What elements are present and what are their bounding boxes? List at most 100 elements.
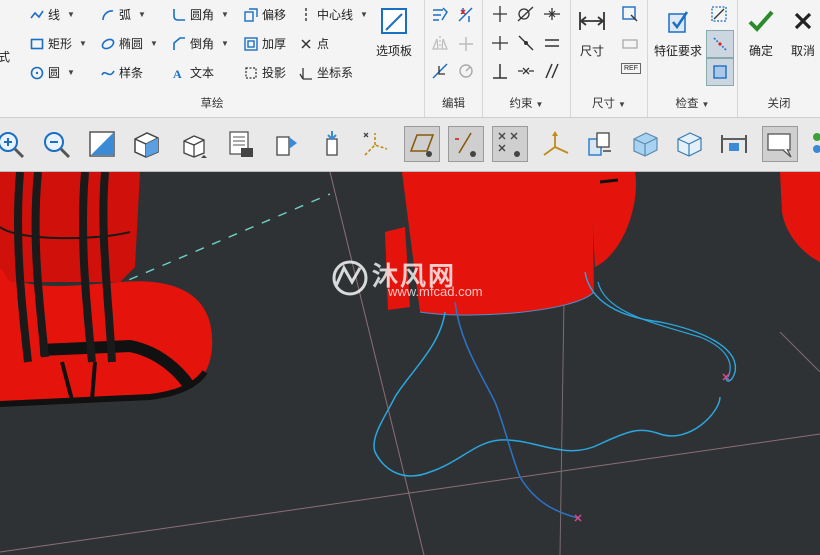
section-button[interactable] bbox=[716, 126, 752, 162]
midpoint-constraint-icon[interactable] bbox=[543, 5, 561, 23]
close-icon bbox=[788, 6, 818, 36]
ok-button[interactable]: 确定 bbox=[746, 6, 776, 59]
csys-display-button[interactable] bbox=[538, 126, 574, 162]
view-orientation-icon bbox=[183, 135, 207, 158]
cancel-button[interactable]: 取消 bbox=[788, 6, 818, 59]
fillet-button[interactable]: 圆角 ▼ bbox=[172, 6, 229, 23]
rectangle-button[interactable]: 矩形 ▼ bbox=[30, 35, 87, 52]
coordinate-system-button[interactable]: 坐标系 bbox=[299, 64, 353, 81]
zoom-in-icon bbox=[0, 132, 25, 159]
project-label: 投影 bbox=[262, 66, 287, 80]
highlight-open-ends-toggle[interactable] bbox=[706, 30, 734, 58]
inspect-group: 特征要求 检查 ▼ bbox=[648, 0, 738, 117]
modify-icon[interactable] bbox=[431, 6, 449, 24]
text-icon: A bbox=[172, 66, 186, 80]
close-group: 确定 取消 关闭 bbox=[738, 0, 820, 117]
chamfer-icon bbox=[172, 36, 186, 51]
ok-label: 确定 bbox=[748, 44, 773, 58]
offset-button[interactable]: 偏移 bbox=[244, 6, 286, 23]
delete-segment-icon[interactable] bbox=[457, 6, 475, 24]
dimension-button[interactable]: 尺寸 bbox=[577, 6, 607, 59]
divide-icon bbox=[459, 37, 473, 51]
thicken-button[interactable]: 加厚 bbox=[244, 35, 286, 52]
parallel-constraint-icon[interactable] bbox=[543, 62, 561, 80]
symmetric-constraint-icon[interactable] bbox=[517, 62, 535, 80]
dropdown-arrow-icon[interactable]: ▼ bbox=[67, 68, 75, 77]
display-dimensions-toggle[interactable] bbox=[448, 126, 484, 162]
dropdown-arrow-icon[interactable]: ▼ bbox=[150, 39, 158, 48]
shade-closed-loops-toggle[interactable] bbox=[706, 58, 734, 86]
baseline-icon[interactable] bbox=[621, 35, 639, 53]
overlapping-geometry-icon[interactable] bbox=[710, 5, 728, 23]
appearance-icon bbox=[813, 133, 820, 153]
horizontal-constraint-icon[interactable] bbox=[491, 34, 509, 52]
centerline-label: 中心线 bbox=[317, 8, 354, 22]
feature-requirements-icon bbox=[663, 6, 693, 36]
chamfer-button[interactable]: 倒角 ▼ bbox=[172, 35, 229, 52]
dropdown-arrow-icon[interactable]: ▼ bbox=[221, 10, 229, 19]
zoom-out-button[interactable] bbox=[38, 126, 74, 162]
project-button[interactable]: 投影 bbox=[244, 64, 286, 81]
named-views-button[interactable] bbox=[314, 126, 350, 162]
circle-label: 圆 bbox=[48, 66, 61, 80]
dropdown-arrow-icon[interactable]: ▼ bbox=[67, 10, 75, 19]
sketch-group: 式 线 ▼ 弧 ▼ 圆角 ▼ 偏移 中心线 ▼ 矩形 ▼ 椭圆 ▼ 倒角 ▼ 加… bbox=[0, 0, 425, 117]
text-button[interactable]: A 文本 bbox=[172, 64, 214, 81]
spline-button[interactable]: 样条 bbox=[101, 64, 143, 81]
dropdown-arrow-icon[interactable]: ▼ bbox=[360, 10, 368, 19]
zoom-in-button[interactable] bbox=[0, 126, 28, 162]
graphics-viewport[interactable]: 沐风网 www.mfcad.com bbox=[0, 172, 820, 555]
dropdown-arrow-icon[interactable]: ▼ bbox=[138, 10, 146, 19]
shading-button[interactable] bbox=[627, 126, 663, 162]
feature-requirements-button[interactable]: 特征要求 bbox=[654, 6, 702, 59]
line-label: 线 bbox=[48, 8, 61, 22]
corner-icon[interactable] bbox=[431, 62, 449, 80]
modify-dimension-icon[interactable] bbox=[621, 5, 639, 23]
saved-views-icon bbox=[229, 131, 253, 157]
refit-button[interactable] bbox=[84, 126, 120, 162]
palette-button[interactable]: 选项板 bbox=[376, 6, 412, 59]
reference-button[interactable]: REF bbox=[621, 63, 641, 74]
display-constraints-toggle[interactable] bbox=[492, 126, 528, 162]
ellipse-label: 椭圆 bbox=[119, 37, 144, 51]
dimension-label: 尺寸 bbox=[579, 44, 604, 58]
partial-command[interactable]: 式 bbox=[0, 48, 10, 65]
palette-icon bbox=[379, 6, 409, 36]
hidden-line-icon bbox=[677, 132, 702, 157]
saved-views-button[interactable] bbox=[222, 126, 258, 162]
coordinate-axes-icon bbox=[543, 131, 569, 156]
thicken-icon bbox=[244, 36, 258, 51]
tangent-constraint-icon[interactable] bbox=[517, 5, 535, 23]
dropdown-arrow-icon[interactable]: ▼ bbox=[221, 39, 229, 48]
point-button[interactable]: 点 bbox=[299, 35, 329, 52]
repaint-button[interactable] bbox=[128, 126, 164, 162]
spline-icon bbox=[101, 66, 115, 80]
arc-button[interactable]: 弧 ▼ bbox=[101, 6, 146, 23]
circle-icon bbox=[30, 66, 44, 80]
view-orientation-button[interactable] bbox=[175, 126, 211, 162]
constrain-group-label: 约束 ▼ bbox=[509, 98, 544, 110]
thicken-label: 加厚 bbox=[262, 37, 287, 51]
perpendicular-constraint-icon[interactable] bbox=[491, 62, 509, 80]
equal-constraint-icon[interactable] bbox=[543, 34, 561, 52]
datum-display-button[interactable] bbox=[358, 126, 394, 162]
coincident-constraint-icon[interactable] bbox=[517, 34, 535, 52]
vertical-constraint-icon[interactable] bbox=[491, 5, 509, 23]
sketch-group-label: 草绘 bbox=[200, 98, 224, 110]
annotation-display-toggle[interactable] bbox=[762, 126, 798, 162]
circle-button[interactable]: 圆 ▼ bbox=[30, 64, 75, 81]
sketch-view-toggle[interactable] bbox=[404, 126, 440, 162]
svg-text:A: A bbox=[173, 67, 182, 80]
edit-group: 编辑 bbox=[425, 0, 483, 117]
coordinate-system-icon bbox=[299, 66, 313, 80]
centerline-button[interactable]: 中心线 ▼ bbox=[299, 6, 368, 23]
line-button[interactable]: 线 ▼ bbox=[30, 6, 75, 23]
dimension-icon bbox=[577, 6, 607, 36]
appearance-button[interactable] bbox=[806, 126, 820, 162]
dropdown-arrow-icon[interactable]: ▼ bbox=[79, 39, 87, 48]
hidden-line-button[interactable] bbox=[671, 126, 707, 162]
spin-center-button[interactable] bbox=[582, 126, 618, 162]
chamfer-label: 倒角 bbox=[190, 37, 215, 51]
ellipse-button[interactable]: 椭圆 ▼ bbox=[101, 35, 158, 52]
view-manager-button[interactable] bbox=[268, 126, 304, 162]
